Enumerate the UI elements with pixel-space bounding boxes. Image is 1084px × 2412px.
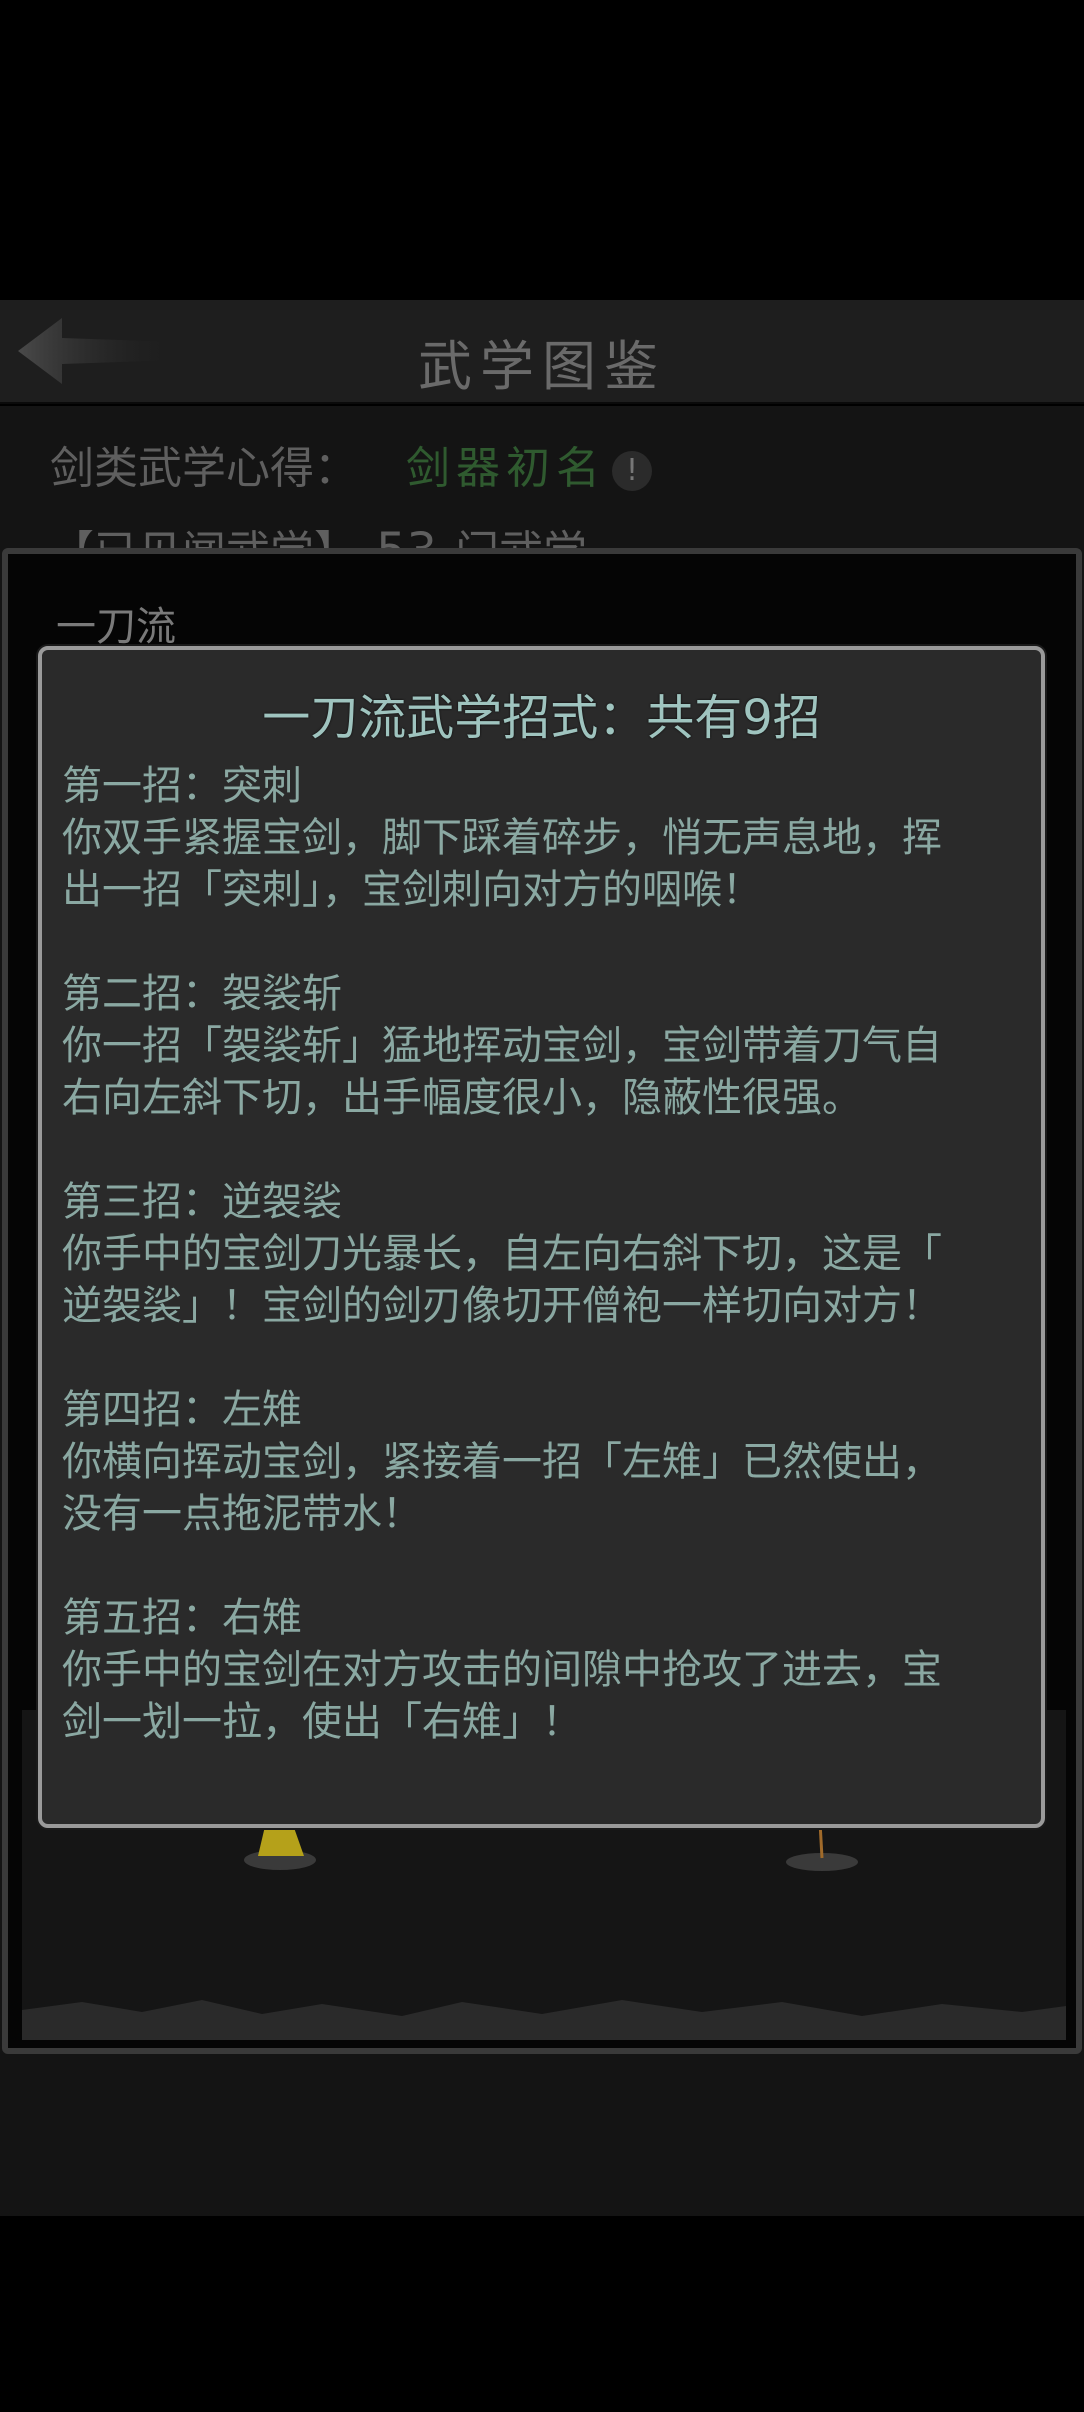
move-item: 第二招：袈裟斩 你一招「袈裟斩」猛地挥动宝剑，宝剑带着刀气自 右向左斜下切，出手…	[62, 968, 1022, 1124]
moves-list: 第一招：突刺 你双手紧握宝剑，脚下踩着碎步，悄无声息地，挥 出一招「突刺」，宝剑…	[62, 760, 1022, 1800]
move-name: 第一招：突刺	[62, 763, 302, 809]
move-item: 第五招：右雉 你手中的宝剑在对方攻击的间隙中抢攻了进去，宝 剑一划一拉，使出「右…	[62, 1592, 1022, 1748]
move-desc-line: 逆袈裟」！宝剑的剑刃像切开僧袍一样切向对方！	[62, 1283, 942, 1329]
move-desc-line: 剑一划一拉，使出「右雉」！	[62, 1699, 582, 1745]
sword-insight-row: 剑类武学心得： 剑器初名!	[50, 432, 652, 496]
bottom-blank-area	[0, 2216, 1084, 2412]
move-desc-line: 你双手紧握宝剑，脚下踩着碎步，悄无声息地，挥	[62, 815, 942, 861]
move-desc-line: 你手中的宝剑在对方攻击的间隙中抢攻了进去，宝	[62, 1647, 942, 1693]
move-desc-line: 你一招「袈裟斩」猛地挥动宝剑，宝剑带着刀气自	[62, 1023, 942, 1069]
moves-dialog[interactable]: 一刀流武学招式：共有9招 第一招：突刺 你双手紧握宝剑，脚下踩着碎步，悄无声息地…	[38, 646, 1045, 1828]
move-desc-line: 出一招「突刺」，宝剑刺向对方的咽喉！	[62, 867, 762, 913]
page-title: 武学图鉴	[418, 335, 666, 398]
move-name: 第五招：右雉	[62, 1595, 302, 1641]
move-name: 第三招：逆袈裟	[62, 1179, 342, 1225]
move-desc-line: 没有一点拖泥带水！	[62, 1491, 422, 1537]
sword-rank: 剑器初名	[406, 443, 606, 494]
move-desc-line: 你手中的宝剑刀光暴长，自左向右斜下切，这是「	[62, 1231, 942, 1277]
move-desc-line: 你横向挥动宝剑，紧接着一招「左雉」已然使出，	[62, 1439, 942, 1485]
hint-icon[interactable]: !	[612, 451, 652, 491]
sword-insight-label: 剑类武学心得：	[50, 443, 358, 494]
move-desc-line: 右向左斜下切，出手幅度很小，隐蔽性很强。	[62, 1075, 862, 1121]
move-name: 第二招：袈裟斩	[62, 971, 342, 1017]
move-name: 第四招：左雉	[62, 1387, 302, 1433]
move-item: 第三招：逆袈裟 你手中的宝剑刀光暴长，自左向右斜下切，这是「 逆袈裟」！宝剑的剑…	[62, 1176, 1022, 1332]
martial-art-name: 一刀流	[56, 604, 176, 650]
move-item: 第一招：突刺 你双手紧握宝剑，脚下踩着碎步，悄无声息地，挥 出一招「突刺」，宝剑…	[62, 760, 1022, 916]
app-header: 武学图鉴	[0, 300, 1084, 404]
dialog-title: 一刀流武学招式：共有9招	[262, 690, 821, 746]
move-item: 第四招：左雉 你横向挥动宝剑，紧接着一招「左雉」已然使出， 没有一点拖泥带水！	[62, 1384, 1022, 1540]
